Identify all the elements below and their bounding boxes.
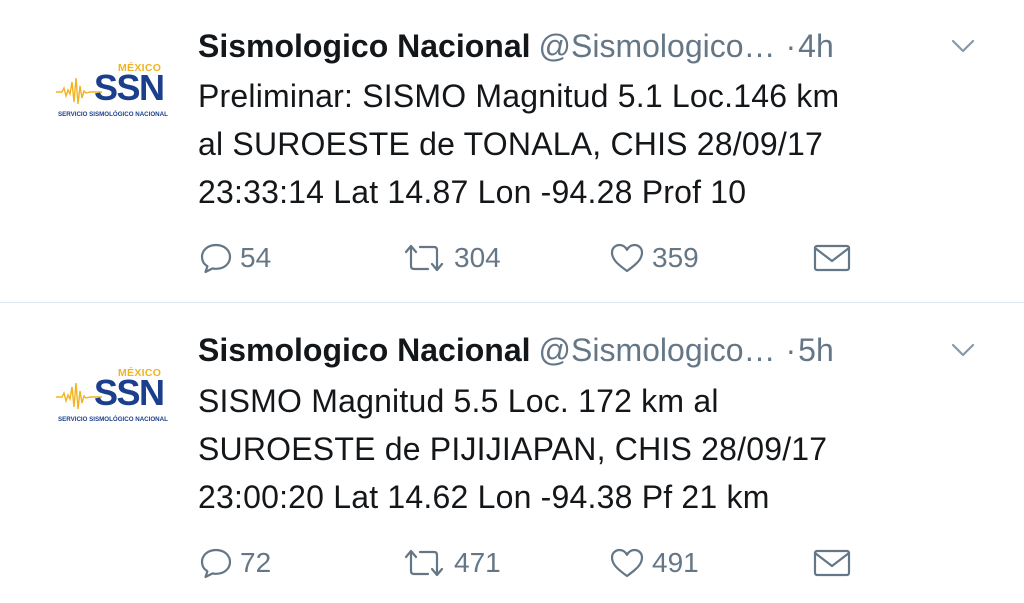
user-handle[interactable]: @Sismologico… [539,332,776,368]
tweet-header: Sismologico Nacional @Sismologico… ·4h [198,26,988,66]
avatar-sub-text: SERVICIO SISMOLÓGICO NACIONAL [58,416,168,423]
like-count: 491 [652,547,699,578]
retweet-button[interactable]: 304 [400,238,501,278]
like-button[interactable]: 359 [608,238,699,278]
chevron-down-icon[interactable] [950,342,976,358]
tweet-header: Sismologico Nacional @Sismologico… ·5h [198,330,988,370]
chevron-down-icon[interactable] [950,38,976,54]
display-name[interactable]: Sismologico Nacional [198,28,531,64]
tweet-time[interactable]: 5h [798,332,834,368]
heart-icon [610,548,644,578]
reply-count: 72 [240,547,272,578]
tweet-text-line: Preliminar: SISMO Magnitud 5.1 Loc.146 k… [198,78,840,114]
tweet-text-line: SUROESTE de PIJIJIAPAN, CHIS 28/09/17 [198,431,828,467]
retweet-count: 304 [454,242,501,273]
tweet[interactable]: MÉXICO SSN SERVICIO SISMOLÓGICO NACIONAL… [0,0,1024,302]
retweet-button[interactable]: 471 [400,543,501,583]
speech-bubble-icon [200,548,232,579]
user-handle[interactable]: @Sismologico… [539,28,776,64]
tweet-actions: 72 471 491 [198,543,878,583]
retweet-arrows-icon [404,549,444,577]
avatar[interactable]: MÉXICO SSN SERVICIO SISMOLÓGICO NACIONAL [56,367,172,429]
separator-dot: · [785,332,797,368]
retweet-count: 471 [454,547,501,578]
envelope-icon [813,244,851,272]
tweet-actions: 54 304 359 [198,238,878,278]
avatar-logo-text: SSN [94,67,165,108]
retweet-arrows-icon [404,244,444,272]
tweet-text: Preliminar: SISMO Magnitud 5.1 Loc.146 k… [198,72,998,216]
tweet-time[interactable]: 4h [798,28,834,64]
display-name[interactable]: Sismologico Nacional [198,332,531,368]
direct-message-button[interactable] [812,543,852,583]
avatar-sub-text: SERVICIO SISMOLÓGICO NACIONAL [58,111,168,118]
timeline: MÉXICO SSN SERVICIO SISMOLÓGICO NACIONAL… [0,0,1024,603]
like-count: 359 [652,242,699,273]
reply-button[interactable]: 54 [198,238,271,278]
reply-count: 54 [240,242,272,273]
envelope-icon [813,549,851,577]
heart-icon [610,243,644,273]
avatar-logo-text: SSN [94,372,165,413]
direct-message-button[interactable] [812,238,852,278]
tweet-text-line: 23:00:20 Lat 14.62 Lon -94.38 Pf 21 km [198,479,770,515]
separator-dot: · [785,28,797,64]
tweet-text-line: al SUROESTE de TONALA, CHIS 28/09/17 [198,126,823,162]
reply-button[interactable]: 72 [198,543,271,583]
tweet-text-line: 23:33:14 Lat 14.87 Lon -94.28 Prof 10 [198,174,747,210]
speech-bubble-icon [200,243,232,274]
tweet-text-line: SISMO Magnitud 5.5 Loc. 172 km al [198,383,719,419]
tweet-text: SISMO Magnitud 5.5 Loc. 172 km al SUROES… [198,377,998,521]
avatar[interactable]: MÉXICO SSN SERVICIO SISMOLÓGICO NACIONAL [56,62,172,124]
like-button[interactable]: 491 [608,543,699,583]
tweet[interactable]: MÉXICO SSN SERVICIO SISMOLÓGICO NACIONAL… [0,303,1024,603]
